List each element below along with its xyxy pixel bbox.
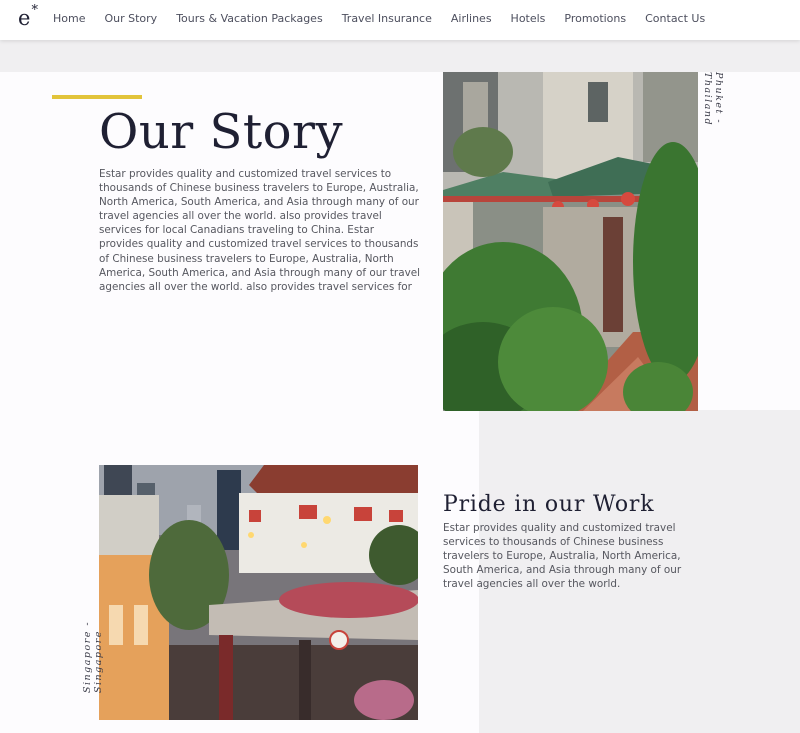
accent-bar xyxy=(52,95,142,99)
nav-promotions[interactable]: Promotions xyxy=(564,12,626,25)
story-paragraph: Estar provides quality and customized tr… xyxy=(99,168,420,293)
nav-home[interactable]: Home xyxy=(53,12,85,25)
temple-photo xyxy=(443,72,698,411)
nav-contact-us[interactable]: Contact Us xyxy=(645,12,705,25)
singapore-photo-caption: Singapore - Singapore xyxy=(82,620,104,693)
nav-our-story[interactable]: Our Story xyxy=(104,12,157,25)
logo-star: * xyxy=(31,3,38,18)
logo-letter: e xyxy=(18,6,31,30)
pride-paragraph: Estar provides quality and customized tr… xyxy=(443,522,682,591)
nav-hotels[interactable]: Hotels xyxy=(511,12,546,25)
top-nav: e* Home Our Story Tours & Vacation Packa… xyxy=(0,0,800,40)
nav-tours[interactable]: Tours & Vacation Packages xyxy=(176,12,322,25)
temple-photo-caption: Phuket - Thailand xyxy=(702,72,724,127)
page-title: Our Story xyxy=(99,104,344,160)
singapore-photo xyxy=(99,465,418,720)
section-title: Pride in our Work xyxy=(443,492,655,517)
nav-travel-insurance[interactable]: Travel Insurance xyxy=(342,12,432,25)
estar-logo[interactable]: e* xyxy=(18,3,38,30)
nav-links: Home Our Story Tours & Vacation Packages… xyxy=(53,12,724,25)
nav-airlines[interactable]: Airlines xyxy=(451,12,492,25)
